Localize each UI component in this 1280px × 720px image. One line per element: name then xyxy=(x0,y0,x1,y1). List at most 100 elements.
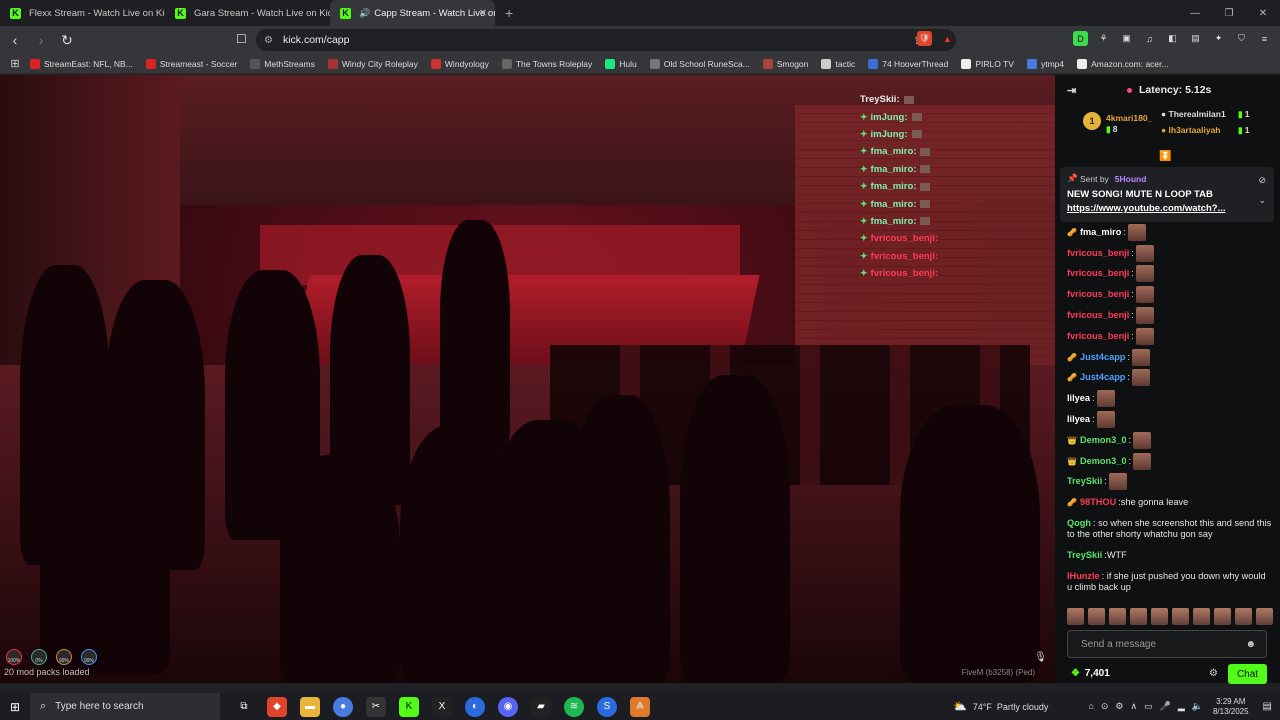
clock[interactable]: 3:29 AM 8/13/2025 xyxy=(1213,697,1249,717)
emote-button[interactable] xyxy=(1130,608,1147,625)
scroll-down-icon[interactable]: ⏬ xyxy=(1159,151,1171,162)
emote-button[interactable] xyxy=(1088,608,1105,625)
bookmark-item[interactable]: Smogon xyxy=(762,58,808,69)
chat-username[interactable]: Demon3_0 xyxy=(1080,456,1126,467)
forward-icon[interactable]: › xyxy=(30,29,52,51)
vpn-icon[interactable]: ⛉ xyxy=(1234,31,1249,46)
pinned-link[interactable]: https://www.youtube.com/watch?... xyxy=(1067,203,1267,214)
extension-d-icon[interactable]: D xyxy=(1073,31,1088,46)
bookmark-item[interactable]: Old School RuneSca... xyxy=(649,58,750,69)
chat-username[interactable]: Just4capp xyxy=(1080,372,1125,383)
emote-button[interactable] xyxy=(1256,608,1273,625)
chat-username[interactable]: Just4capp xyxy=(1080,352,1125,363)
bookmark-item[interactable]: ytmp4 xyxy=(1026,58,1064,69)
tab-flexx[interactable]: K Flexx Stream - Watch Live on Kick xyxy=(0,0,165,26)
edge-app-icon[interactable]: ◐ xyxy=(465,696,485,717)
tray-icon[interactable]: ⌂ xyxy=(1088,701,1093,712)
pinned-message[interactable]: 📌 Sent by 5Hound NEW SONG! MUTE N LOOP TA… xyxy=(1060,167,1274,222)
bookmark-item[interactable]: MethStreams xyxy=(250,58,315,69)
bookmark-item[interactable]: tactic xyxy=(821,58,855,69)
microphone-icon[interactable]: 🎤 xyxy=(1160,701,1171,712)
maximize-icon[interactable]: ❐ xyxy=(1212,0,1246,26)
discord-app-icon[interactable]: ◉ xyxy=(498,696,518,717)
chat-input[interactable]: Send a message ☻ xyxy=(1067,630,1267,658)
tab-capp[interactable]: K 🔊 Capp Stream - Watch Live on ✕ xyxy=(330,0,495,26)
chat-username[interactable]: Demon3_0 xyxy=(1080,435,1126,446)
unpin-icon[interactable]: ⊘ xyxy=(1258,175,1266,186)
tray-icon[interactable]: ∧ xyxy=(1130,701,1137,712)
bookmark-item[interactable]: Amazon.com: acer... xyxy=(1077,58,1169,69)
leader-1-name[interactable]: 4kmari180_ xyxy=(1106,113,1152,123)
new-tab-button[interactable]: + xyxy=(495,0,523,26)
site-info-icon[interactable]: ⚙ xyxy=(264,35,273,46)
rewards-icon[interactable]: ▲ xyxy=(940,31,955,46)
chat-username[interactable]: TreySkii xyxy=(1067,550,1102,561)
video-player[interactable]: TreySkii : ✦ imJung : ✦ imJung : ✦ fma_miro : ✦… xyxy=(0,75,1055,683)
network-icon[interactable]: ▂ xyxy=(1178,701,1185,712)
bookmark-item[interactable]: Streameast - Soccer xyxy=(145,58,237,69)
chat-send-button[interactable]: Chat xyxy=(1228,664,1267,684)
emoji-icon[interactable]: ☻ xyxy=(1245,639,1256,650)
chat-username[interactable]: Qogh xyxy=(1067,518,1091,528)
minimize-icon[interactable]: — xyxy=(1178,0,1212,26)
menu-icon[interactable]: ≡ xyxy=(1257,31,1272,46)
bookmark-item[interactable]: PIRLO TV xyxy=(961,58,1014,69)
bookmark-item[interactable]: The Towns Roleplay xyxy=(501,58,592,69)
wallet-icon[interactable]: ▤ xyxy=(1188,31,1203,46)
capcut-app-icon[interactable]: ✂ xyxy=(366,696,386,717)
notifications-icon[interactable]: ▤ xyxy=(1263,701,1272,712)
windows-start-icon[interactable]: ⊞ xyxy=(0,700,30,714)
brave-shield-icon[interactable]: 🛡 xyxy=(917,31,932,46)
close-tab-icon[interactable]: ✕ xyxy=(479,8,487,19)
bookmark-item[interactable]: Windy City Roleplay xyxy=(327,58,418,69)
file-explorer-icon[interactable]: ▬ xyxy=(300,696,320,717)
spotify-app-icon[interactable]: ≋ xyxy=(564,696,584,717)
app-a-icon[interactable]: A xyxy=(630,696,650,717)
extension-box-icon[interactable]: ▣ xyxy=(1119,31,1134,46)
game-app-icon[interactable]: ▰ xyxy=(531,696,551,717)
chat-username[interactable]: fma_miro xyxy=(1080,227,1121,238)
bookmark-item[interactable]: 74 HooverThread xyxy=(868,58,948,69)
sidebar-icon[interactable]: ◧ xyxy=(1165,31,1180,46)
chat-username[interactable]: lilyea xyxy=(1067,393,1090,404)
taskbar-search[interactable]: ⌕ Type here to search xyxy=(30,693,220,720)
bookmark-item[interactable]: StreamEast: NFL, NB... xyxy=(30,58,133,69)
chat-username[interactable]: fvricous_benji xyxy=(1067,310,1129,321)
bookmark-item[interactable]: Hulu xyxy=(605,58,637,69)
x-app-icon[interactable]: X xyxy=(432,696,452,717)
chrome-app-icon[interactable]: ● xyxy=(333,696,353,717)
chat-username[interactable]: lilyea xyxy=(1067,414,1090,425)
apps-grid-icon[interactable]: ⊞ xyxy=(0,57,30,70)
collapse-chat-icon[interactable]: ⇥ xyxy=(1067,84,1076,97)
chat-username[interactable]: lHunzle xyxy=(1067,571,1100,581)
leader-3-name[interactable]: ● lh3artaaliyah xyxy=(1161,125,1221,135)
brave-app-icon[interactable]: ◆ xyxy=(267,696,287,717)
kick-app-icon[interactable]: K xyxy=(399,696,419,717)
weather-widget[interactable]: ⛅ 74°F Partly cloudy xyxy=(953,700,1048,713)
chevron-down-icon[interactable]: ⌄ xyxy=(1258,195,1266,206)
close-window-icon[interactable]: ✕ xyxy=(1246,0,1280,26)
emote-button[interactable] xyxy=(1235,608,1252,625)
emote-button[interactable] xyxy=(1214,608,1231,625)
chat-username[interactable]: fvricous_benji xyxy=(1067,268,1129,279)
emote-button[interactable] xyxy=(1151,608,1168,625)
reload-icon[interactable]: ↻ xyxy=(56,29,78,51)
emote-button[interactable] xyxy=(1067,608,1084,625)
chat-username[interactable]: TreySkii xyxy=(1067,476,1102,487)
chat-username[interactable]: 98THOU xyxy=(1080,497,1116,508)
chat-username[interactable]: fvricous_benji xyxy=(1067,248,1129,259)
emote-button[interactable] xyxy=(1172,608,1189,625)
volume-icon[interactable]: 🔈 xyxy=(1192,701,1203,712)
leo-icon[interactable]: ✦ xyxy=(1211,31,1226,46)
channel-points[interactable]: ❖ 7,401 xyxy=(1071,668,1110,679)
back-icon[interactable]: ‹ xyxy=(4,29,26,51)
tray-icon[interactable]: ⚙ xyxy=(1115,701,1123,712)
tray-icon[interactable]: ▭ xyxy=(1144,701,1153,712)
chat-settings-icon[interactable]: ⚙ xyxy=(1209,668,1218,679)
emote-button[interactable] xyxy=(1109,608,1126,625)
bookmark-item[interactable]: Windyology xyxy=(430,58,489,69)
bookmark-icon[interactable]: ☐ xyxy=(236,32,247,46)
leader-2-name[interactable]: ● Therealmilan1 xyxy=(1161,109,1226,119)
extension-icon[interactable]: ⚘ xyxy=(1096,31,1111,46)
tab-gara[interactable]: K Gara Stream - Watch Live on Kick xyxy=(165,0,330,26)
